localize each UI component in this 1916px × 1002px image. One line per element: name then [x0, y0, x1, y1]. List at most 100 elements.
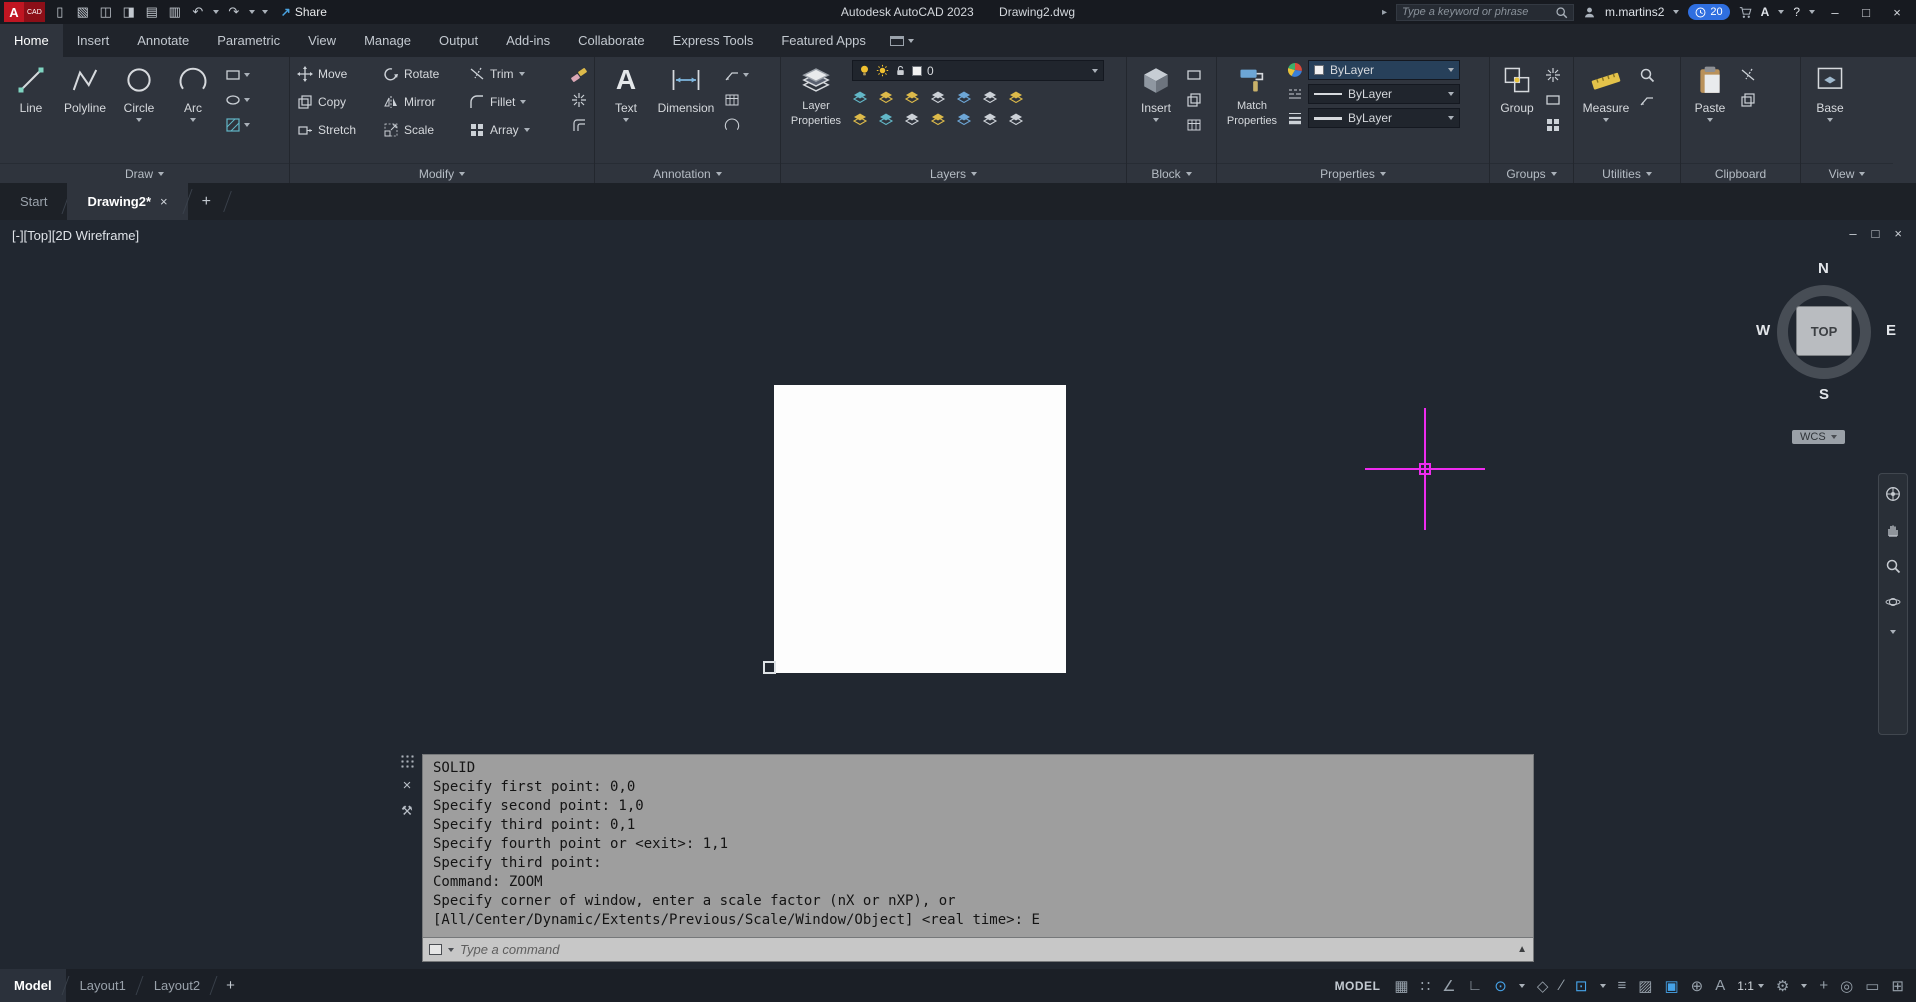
- snap-icon[interactable]: ∷: [1421, 977, 1431, 995]
- measure-tool[interactable]: Measure: [1578, 60, 1634, 163]
- zoom-magnifier-icon[interactable]: [1885, 558, 1901, 574]
- insert-tool[interactable]: Insert: [1131, 60, 1181, 163]
- polar-tracking-icon[interactable]: ⊙: [1494, 977, 1507, 995]
- layer-properties-button[interactable]: Layer Properties: [785, 60, 847, 163]
- paste-tool[interactable]: Paste: [1685, 60, 1735, 163]
- viewcube-south[interactable]: S: [1819, 386, 1829, 403]
- tab-express-tools[interactable]: Express Tools: [659, 24, 768, 57]
- tab-manage[interactable]: Manage: [350, 24, 425, 57]
- move-tool[interactable]: Move: [294, 60, 380, 88]
- orbit-icon[interactable]: [1885, 594, 1901, 610]
- maximize-button[interactable]: □: [1855, 5, 1877, 20]
- new-drawing-tab-button[interactable]: +: [188, 183, 225, 220]
- polyline-tool[interactable]: Polyline: [58, 60, 112, 163]
- ellipse-tool[interactable]: [225, 92, 250, 108]
- command-scroll-up-icon[interactable]: ▲: [1517, 944, 1527, 955]
- command-prompt-icon[interactable]: [429, 944, 442, 955]
- layer-isolate-tool[interactable]: [878, 88, 904, 104]
- tab-home[interactable]: Home: [0, 24, 63, 57]
- infer-constraints-icon[interactable]: ∠: [1442, 977, 1455, 995]
- isolate-objects-icon[interactable]: ◎: [1840, 977, 1853, 995]
- trim-tool[interactable]: Trim: [466, 60, 566, 88]
- tab-add-ins[interactable]: Add-ins: [492, 24, 564, 57]
- save-button[interactable]: ◫: [98, 4, 114, 20]
- panel-modify-title[interactable]: Modify: [290, 163, 594, 183]
- match-layer-tool[interactable]: [982, 88, 1008, 104]
- undo-button[interactable]: ↶: [190, 4, 206, 20]
- group-tool[interactable]: Group: [1494, 60, 1540, 163]
- quick-select-tool[interactable]: [1639, 67, 1655, 83]
- text-tool[interactable]: A Text: [599, 60, 653, 163]
- base-caret-icon[interactable]: [1827, 118, 1833, 122]
- scale-tool[interactable]: Scale: [380, 116, 466, 144]
- graphics-performance-icon[interactable]: ▭: [1865, 977, 1879, 995]
- layer-fade-tool[interactable]: [1008, 110, 1034, 126]
- tab-output[interactable]: Output: [425, 24, 492, 57]
- viewport-maximize-icon[interactable]: □: [1872, 226, 1880, 241]
- tab-view[interactable]: View: [294, 24, 350, 57]
- object-snap-tracking-icon[interactable]: ∕: [1560, 977, 1563, 994]
- rectangle-caret-icon[interactable]: [244, 73, 250, 77]
- dimension-tool[interactable]: Dimension: [653, 60, 719, 163]
- group-edit-tool[interactable]: [1545, 92, 1561, 108]
- model-space-indicator[interactable]: MODEL: [1335, 979, 1381, 993]
- linetype-icon[interactable]: [1287, 86, 1303, 102]
- viewcube-west[interactable]: W: [1756, 322, 1770, 339]
- stretch-tool[interactable]: Stretch: [294, 116, 380, 144]
- panel-layers-title[interactable]: Layers: [781, 163, 1126, 183]
- markup-tool[interactable]: [724, 117, 749, 133]
- ellipse-caret-icon[interactable]: [244, 98, 250, 102]
- object-snap-icon[interactable]: ⊡: [1575, 977, 1588, 995]
- application-menu-button[interactable]: A CAD: [4, 2, 45, 22]
- layer-lock-icon[interactable]: [894, 64, 907, 77]
- circle-caret-icon[interactable]: [136, 118, 142, 122]
- new-drawing-button[interactable]: ▯: [52, 4, 68, 20]
- object-color-caret-icon[interactable]: [1448, 68, 1454, 72]
- polar-caret-icon[interactable]: [1518, 983, 1525, 988]
- drawing2-tab-close-icon[interactable]: ×: [160, 194, 168, 209]
- redo-button[interactable]: ↷: [226, 4, 242, 20]
- ungroup-tool[interactable]: [1545, 67, 1561, 83]
- arc-caret-icon[interactable]: [190, 118, 196, 122]
- measure-caret-icon[interactable]: [1603, 118, 1609, 122]
- panel-view-title[interactable]: View: [1801, 163, 1893, 183]
- wcs-menu[interactable]: WCS: [1792, 430, 1845, 444]
- autodesk-app-icon[interactable]: A: [1761, 5, 1770, 19]
- erase-tool[interactable]: [571, 67, 587, 83]
- command-history[interactable]: SOLID Specify first point: 0,0 Specify s…: [423, 755, 1533, 937]
- redo-caret-icon[interactable]: [248, 10, 255, 14]
- isodraft-icon[interactable]: ◇: [1537, 977, 1549, 995]
- command-window-close-icon[interactable]: ×: [403, 777, 412, 794]
- arc-tool[interactable]: Arc: [166, 60, 220, 163]
- grid-icon[interactable]: ▦: [1394, 977, 1408, 995]
- selection-cycling-icon[interactable]: ▣: [1664, 977, 1678, 995]
- lineweight-display-icon[interactable]: ≡: [1618, 977, 1627, 994]
- qat-customize-caret-icon[interactable]: [261, 10, 268, 14]
- layer-previous-tool[interactable]: [1008, 88, 1034, 104]
- panel-utilities-title[interactable]: Utilities: [1574, 163, 1680, 183]
- panel-block-title[interactable]: Block: [1127, 163, 1216, 183]
- dynamic-input-icon[interactable]: ⊕: [1691, 977, 1704, 995]
- app-caret-icon[interactable]: [1778, 10, 1785, 14]
- transparency-icon[interactable]: ▨: [1638, 977, 1652, 995]
- line-tool[interactable]: Line: [4, 60, 58, 163]
- viewcube-north[interactable]: N: [1818, 260, 1829, 277]
- table-tool[interactable]: [724, 92, 749, 108]
- tab-collaborate[interactable]: Collaborate: [564, 24, 659, 57]
- solid-rectangle-object[interactable]: [774, 385, 1066, 673]
- insert-caret-icon[interactable]: [1153, 118, 1159, 122]
- explode-tool[interactable]: [571, 92, 587, 108]
- block-attributes-tool[interactable]: [1186, 117, 1202, 133]
- group-selection-tool[interactable]: [1545, 117, 1561, 133]
- file-tab-drawing2[interactable]: Drawing2* ×: [67, 183, 188, 220]
- trial-timer-badge[interactable]: 20: [1688, 4, 1730, 20]
- cart-icon[interactable]: [1739, 6, 1752, 19]
- unlock-layer-tool[interactable]: [930, 110, 956, 126]
- panel-groups-title[interactable]: Groups: [1490, 163, 1573, 183]
- copy-clip-tool[interactable]: [1740, 92, 1756, 108]
- undo-caret-icon[interactable]: [212, 10, 219, 14]
- text-caret-icon[interactable]: [623, 118, 629, 122]
- layout2-tab[interactable]: Layout2: [140, 969, 214, 1002]
- layer-merge-tool[interactable]: [956, 110, 982, 126]
- print-button[interactable]: ▤: [144, 4, 160, 20]
